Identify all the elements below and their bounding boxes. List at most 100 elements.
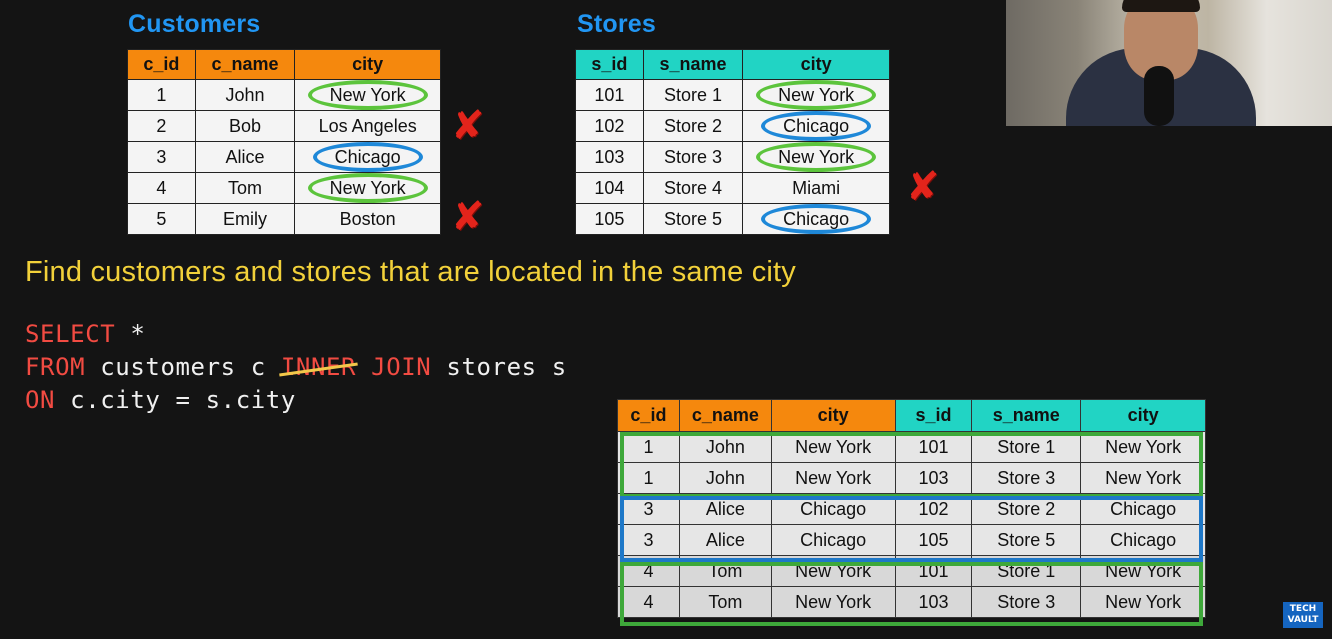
result-cell: 102 bbox=[894, 493, 973, 525]
customer-name-cell: John bbox=[194, 79, 296, 111]
result-cell: John bbox=[678, 462, 772, 494]
store-city-cell: New York bbox=[742, 79, 890, 111]
customer-name-cell: Alice bbox=[194, 141, 296, 173]
city-match-highlight: New York bbox=[756, 80, 877, 110]
store-city-cell: Chicago bbox=[742, 203, 890, 235]
customer-id-cell: 5 bbox=[127, 203, 196, 235]
result-table: c_id c_name city s_id s_name city 1 John N… bbox=[617, 399, 1206, 618]
result-row: 3 Alice Chicago 102 Store 2 Chicago bbox=[617, 493, 1206, 525]
sql-line-2: FROM customers c INNER JOIN stores s bbox=[25, 351, 567, 384]
result-cell: 3 bbox=[617, 524, 680, 556]
customer-city-cell: Boston bbox=[294, 203, 441, 235]
customer-id-cell: 3 bbox=[127, 141, 196, 173]
store-id-cell: 103 bbox=[575, 141, 644, 173]
no-match-x-icon: ✘ bbox=[906, 164, 940, 210]
store-row: 101 Store 1 New York bbox=[575, 79, 890, 111]
sql-keyword: FROM bbox=[25, 353, 86, 381]
customers-header-city: city bbox=[294, 49, 441, 80]
stores-header-sname: s_name bbox=[642, 49, 744, 80]
microphone bbox=[1144, 66, 1174, 126]
sql-query: SELECT * FROM customers c INNER JOIN sto… bbox=[25, 318, 567, 417]
store-name-cell: Store 3 bbox=[642, 141, 744, 173]
result-cell: New York bbox=[770, 586, 896, 618]
city-match-highlight: New York bbox=[756, 142, 877, 172]
customer-name-cell: Tom bbox=[194, 172, 296, 204]
store-id-cell: 104 bbox=[575, 172, 644, 204]
result-cell: Alice bbox=[678, 524, 772, 556]
store-city-cell: Miami bbox=[742, 172, 890, 204]
result-header-sid: s_id bbox=[894, 399, 973, 432]
store-name-cell: Store 2 bbox=[642, 110, 744, 142]
sql-line-1: SELECT * bbox=[25, 318, 567, 351]
city-match-highlight: Chicago bbox=[761, 111, 872, 141]
store-row: 105 Store 5 Chicago bbox=[575, 203, 890, 235]
customer-name-cell: Emily bbox=[194, 203, 296, 235]
customer-id-cell: 1 bbox=[127, 79, 196, 111]
result-cell: Store 1 bbox=[971, 555, 1082, 587]
store-row: 104 Store 4 Miami bbox=[575, 172, 890, 204]
customer-row: 3 Alice Chicago bbox=[127, 141, 441, 173]
result-cell: New York bbox=[770, 555, 896, 587]
result-header-sname: s_name bbox=[971, 399, 1082, 432]
store-city-cell: New York bbox=[742, 141, 890, 173]
sql-keyword: ON bbox=[25, 386, 56, 414]
sql-text: c.city = s.city bbox=[55, 386, 296, 414]
stores-table: s_id s_name city 101 Store 1 New York 102 St… bbox=[575, 49, 890, 235]
store-name-cell: Store 1 bbox=[642, 79, 744, 111]
store-city-cell: Chicago bbox=[742, 110, 890, 142]
result-cell: 4 bbox=[617, 555, 680, 587]
result-cell: New York bbox=[1080, 462, 1206, 494]
no-match-x-icon: ✘ bbox=[451, 103, 485, 149]
result-cell: 103 bbox=[894, 586, 973, 618]
sql-keyword: SELECT bbox=[25, 320, 116, 348]
result-cell: 103 bbox=[894, 462, 973, 494]
result-header-cid: c_id bbox=[617, 399, 680, 432]
result-cell: Alice bbox=[678, 493, 772, 525]
store-row: 103 Store 3 New York bbox=[575, 141, 890, 173]
store-id-cell: 102 bbox=[575, 110, 644, 142]
webcam-video bbox=[1006, 0, 1332, 126]
sql-keyword: JOIN bbox=[356, 353, 432, 381]
customers-title: Customers bbox=[128, 10, 261, 38]
store-name-cell: Store 4 bbox=[642, 172, 744, 204]
result-cell: 101 bbox=[894, 555, 973, 587]
logo-line-2: VAULT bbox=[1287, 615, 1319, 625]
customer-city-cell: New York bbox=[294, 172, 441, 204]
result-cell: Tom bbox=[678, 586, 772, 618]
sql-text: customers c bbox=[85, 353, 281, 381]
result-cell: 3 bbox=[617, 493, 680, 525]
result-row: 3 Alice Chicago 105 Store 5 Chicago bbox=[617, 524, 1206, 556]
customer-city-cell: Chicago bbox=[294, 141, 441, 173]
result-header-cname: c_name bbox=[678, 399, 772, 432]
result-row: 4 Tom New York 103 Store 3 New York bbox=[617, 586, 1206, 618]
sql-struck-keyword: INNER bbox=[280, 353, 357, 381]
result-cell: Tom bbox=[678, 555, 772, 587]
result-cell: John bbox=[678, 431, 772, 463]
result-cell: 1 bbox=[617, 462, 680, 494]
logo-line-1: TECH bbox=[1289, 604, 1317, 614]
result-cell: Store 1 bbox=[971, 431, 1082, 463]
customer-city-cell: New York bbox=[294, 79, 441, 111]
city-value: Boston bbox=[339, 209, 396, 229]
customer-row: 4 Tom New York bbox=[127, 172, 441, 204]
customers-table: c_id c_name city 1 John New York 2 Bob Los An… bbox=[127, 49, 441, 235]
result-cell: New York bbox=[1080, 555, 1206, 587]
customer-id-cell: 2 bbox=[127, 110, 196, 142]
customers-header-cname: c_name bbox=[194, 49, 296, 80]
result-row: 1 John New York 101 Store 1 New York bbox=[617, 431, 1206, 463]
sql-line-3: ON c.city = s.city bbox=[25, 384, 567, 417]
result-cell: Store 3 bbox=[971, 586, 1082, 618]
result-cell: Chicago bbox=[770, 524, 896, 556]
result-cell: New York bbox=[1080, 431, 1206, 463]
customers-header-cid: c_id bbox=[127, 49, 196, 80]
result-cell: Store 3 bbox=[971, 462, 1082, 494]
tech-vault-logo: TECH VAULT bbox=[1283, 602, 1323, 628]
store-id-cell: 105 bbox=[575, 203, 644, 235]
result-cell: Store 5 bbox=[971, 524, 1082, 556]
store-id-cell: 101 bbox=[575, 79, 644, 111]
city-match-highlight: New York bbox=[307, 173, 428, 203]
stores-header-sid: s_id bbox=[575, 49, 644, 80]
store-row: 102 Store 2 Chicago bbox=[575, 110, 890, 142]
customer-id-cell: 4 bbox=[127, 172, 196, 204]
result-cell: New York bbox=[1080, 586, 1206, 618]
